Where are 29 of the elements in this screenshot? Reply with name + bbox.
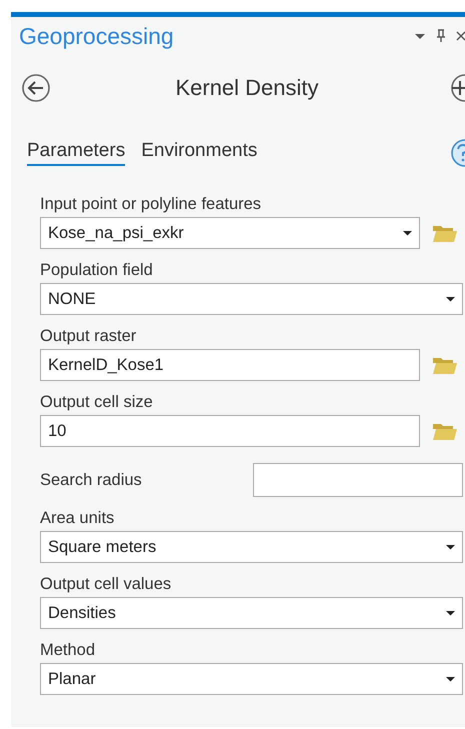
- pin-icon[interactable]: [436, 29, 446, 43]
- input-field[interactable]: 10: [40, 415, 420, 447]
- dropdown-caret-icon: [446, 544, 455, 550]
- input-field[interactable]: [253, 463, 463, 497]
- dropdown[interactable]: NONE: [40, 283, 463, 315]
- close-icon[interactable]: [456, 29, 465, 43]
- field-label: Search radius: [40, 470, 142, 491]
- tab[interactable]: Parameters: [27, 140, 126, 166]
- field-label: Output raster: [40, 326, 138, 347]
- field-label: Input point or polyline features: [40, 194, 262, 215]
- tool-title: Kernel Density: [174, 75, 320, 101]
- tab[interactable]: Environments: [141, 140, 258, 166]
- field-label: Method: [40, 640, 96, 661]
- pane-title: Geoprocessing: [19, 22, 175, 50]
- dropdown[interactable]: Square meters: [40, 531, 463, 563]
- dropdown-caret-icon: [403, 230, 412, 236]
- dropdown[interactable]: Densities: [40, 597, 463, 629]
- dropdown-caret-icon: [446, 296, 455, 302]
- field-label: Population field: [40, 260, 154, 281]
- dropdown-caret-icon[interactable]: [414, 32, 426, 40]
- dropdown[interactable]: Kose_na_psi_exkr: [40, 217, 420, 249]
- field-label: Output cell size: [40, 392, 154, 413]
- back-icon[interactable]: [21, 73, 51, 103]
- field-label: Area units: [40, 508, 116, 529]
- dropdown[interactable]: Planar: [40, 663, 463, 695]
- dropdown-caret-icon: [446, 610, 455, 616]
- dropdown-caret-icon: [446, 676, 455, 682]
- field-label: Output cell values: [40, 574, 172, 595]
- input-field[interactable]: KernelD_Kose1: [40, 349, 420, 381]
